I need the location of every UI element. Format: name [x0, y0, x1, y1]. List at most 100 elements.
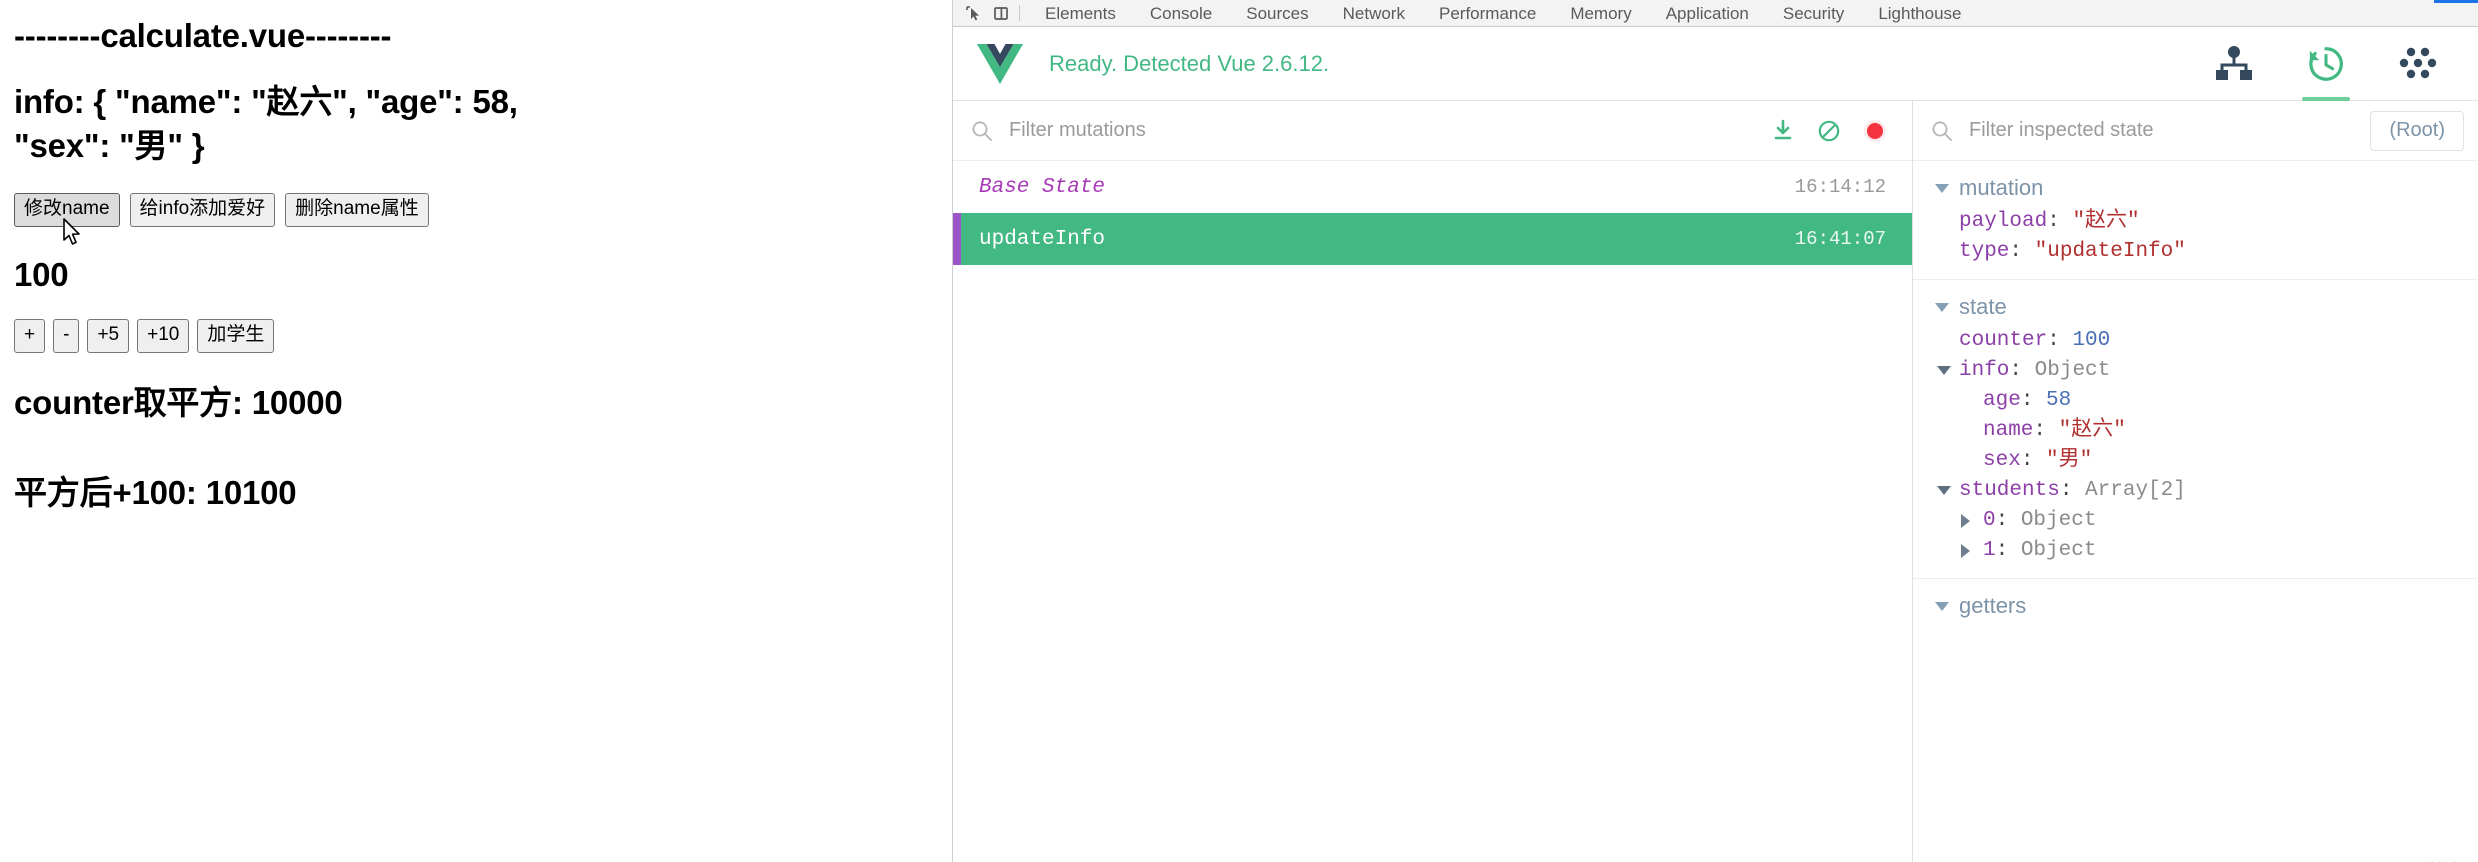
state-row-sex[interactable]: sex: "男"	[1913, 446, 2478, 476]
device-toolbar-icon[interactable]	[987, 1, 1015, 25]
inspect-element-icon[interactable]	[959, 1, 987, 25]
state-key: type	[1959, 240, 2010, 263]
state-key: counter	[1959, 329, 2048, 352]
chrome-devtools-panel: Elements Console Sources Network Perform…	[952, 0, 2478, 862]
root-scope-select[interactable]: (Root)	[2370, 110, 2464, 151]
chevron-down-icon[interactable]	[1937, 366, 1959, 375]
vue-status-text: Ready. Detected Vue 2.6.12.	[1049, 50, 1330, 76]
add-ten-button[interactable]: +10	[137, 318, 190, 353]
mutation-row-base-state[interactable]: Base State 16:14:12	[953, 161, 1912, 213]
inspector-filter-input[interactable]	[1969, 119, 2361, 142]
state-row-student-0[interactable]: 0: Object	[1913, 506, 2478, 536]
search-icon	[972, 121, 992, 141]
app-page: --------calculate.vue-------- info: { "n…	[0, 0, 952, 862]
add-five-button[interactable]: +5	[87, 318, 130, 353]
mutation-section-header[interactable]: mutation	[1913, 171, 2478, 207]
tab-memory[interactable]: Memory	[1553, 0, 1648, 26]
counter-squared-plus-text: 平方后+100: 10100	[14, 473, 297, 511]
tab-lighthouse[interactable]: Lighthouse	[1861, 0, 1978, 26]
info-object-text: info: { "name": "赵六", "age": 58, "sex": …	[14, 83, 518, 165]
state-row-type[interactable]: type: "updateInfo"	[1913, 237, 2478, 267]
screenshot-root: --------calculate.vue-------- info: { "n…	[0, 0, 2478, 862]
state-key: payload	[1959, 210, 2048, 233]
state-key: info	[1959, 359, 2010, 382]
state-value: Object	[2034, 359, 2111, 382]
state-section-label: state	[1959, 294, 2007, 319]
counter-value: 100	[14, 255, 69, 293]
state-row-student-1[interactable]: 1: Object	[1913, 536, 2478, 566]
mutation-section-label: mutation	[1959, 175, 2044, 200]
tab-security[interactable]: Security	[1766, 0, 1861, 26]
tab-console[interactable]: Console	[1133, 0, 1229, 26]
state-row-counter[interactable]: counter: 100	[1913, 326, 2478, 356]
state-value: Object	[2020, 539, 2097, 562]
state-value: 58	[2046, 389, 2072, 412]
mutations-pane: Base State 16:14:12 updateInfo 16:41:07	[953, 101, 1913, 862]
increment-button[interactable]: +	[14, 318, 46, 353]
devtools-tabbar: Elements Console Sources Network Perform…	[953, 0, 2478, 27]
state-value: "赵六"	[2058, 419, 2126, 442]
state-section-header[interactable]: state	[1913, 290, 2478, 326]
state-value: Array[2]	[2085, 479, 2186, 502]
state-key: sex	[1983, 449, 2021, 472]
state-row-name[interactable]: name: "赵六"	[1913, 416, 2478, 446]
counter-squared-text: counter取平方: 10000	[14, 383, 343, 421]
state-value: "updateInfo"	[2034, 240, 2186, 263]
record-mutations-icon[interactable]	[1852, 111, 1898, 151]
add-hobby-button[interactable]: 给info添加爱好	[129, 192, 276, 227]
mutation-time: 16:14:12	[1794, 176, 1886, 198]
export-mutations-icon[interactable]	[1760, 111, 1806, 151]
inspector-pane: (Root) mutation payload: "赵六" type:	[1913, 101, 2478, 862]
tab-network[interactable]: Network	[1326, 0, 1422, 26]
mutation-name: Base State	[979, 175, 1106, 199]
state-key: age	[1983, 389, 2021, 412]
tab-performance[interactable]: Performance	[1422, 0, 1553, 26]
state-row-payload[interactable]: payload: "赵六"	[1913, 207, 2478, 237]
getters-section-header[interactable]: getters	[1913, 589, 2478, 625]
decrement-button[interactable]: -	[53, 318, 80, 353]
toolbar-divider	[1019, 5, 1020, 21]
mutation-time: 16:41:07	[1794, 228, 1886, 250]
chevron-down-icon	[1935, 183, 1949, 193]
components-tab[interactable]	[2188, 27, 2280, 101]
events-dots-icon	[2399, 47, 2437, 78]
state-value: "赵六"	[2072, 210, 2140, 233]
chevron-down-icon[interactable]	[1937, 486, 1959, 495]
tab-elements[interactable]: Elements	[1028, 0, 1133, 26]
chevron-right-icon[interactable]	[1961, 543, 1983, 558]
search-icon	[1932, 121, 1952, 141]
state-row-info[interactable]: info: Object	[1913, 356, 2478, 386]
modify-name-button[interactable]: 修改name	[14, 192, 120, 227]
state-value: "男"	[2046, 449, 2093, 472]
state-row-age[interactable]: age: 58	[1913, 386, 2478, 416]
mutations-filter-bar	[953, 101, 1912, 161]
component-tree-icon	[2216, 45, 2252, 80]
state-value: Object	[2020, 509, 2097, 532]
mutation-section: mutation payload: "赵六" type: "updateInfo…	[1913, 161, 2478, 280]
state-section: state counter: 100 info: Object age: 58	[1913, 280, 2478, 579]
vue-devtools-header: Ready. Detected Vue 2.6.12.	[953, 27, 2478, 101]
mutations-filter-input[interactable]	[1009, 119, 1760, 142]
state-row-students[interactable]: students: Array[2]	[1913, 476, 2478, 506]
vue-devtools-body: Base State 16:14:12 updateInfo 16:41:07	[953, 101, 2478, 862]
vue-logo-icon	[977, 43, 1023, 84]
clear-mutations-icon[interactable]	[1806, 111, 1852, 151]
delete-name-button[interactable]: 删除name属性	[285, 192, 429, 227]
tab-sources[interactable]: Sources	[1229, 0, 1325, 26]
add-student-button[interactable]: 加学生	[197, 318, 275, 353]
chevron-down-icon	[1935, 601, 1949, 611]
mutation-row-update-info[interactable]: updateInfo 16:41:07	[953, 213, 1912, 265]
getters-section: getters	[1913, 579, 2478, 637]
page-title: --------calculate.vue--------	[14, 17, 392, 54]
mutation-name: updateInfo	[979, 227, 1106, 251]
info-action-buttons: 修改name 给info添加爱好 删除name属性	[14, 192, 936, 227]
chevron-right-icon[interactable]	[1961, 513, 1983, 528]
state-key: name	[1983, 419, 2034, 442]
events-tab[interactable]	[2372, 27, 2464, 101]
tab-application[interactable]: Application	[1649, 0, 1766, 26]
state-key: 1	[1983, 539, 1996, 562]
scrollbar-accent	[2434, 0, 2478, 3]
mutations-list: Base State 16:14:12 updateInfo 16:41:07	[953, 161, 1912, 862]
vuex-tab[interactable]	[2280, 27, 2372, 101]
devtools-tab-list: Elements Console Sources Network Perform…	[1028, 0, 1979, 26]
